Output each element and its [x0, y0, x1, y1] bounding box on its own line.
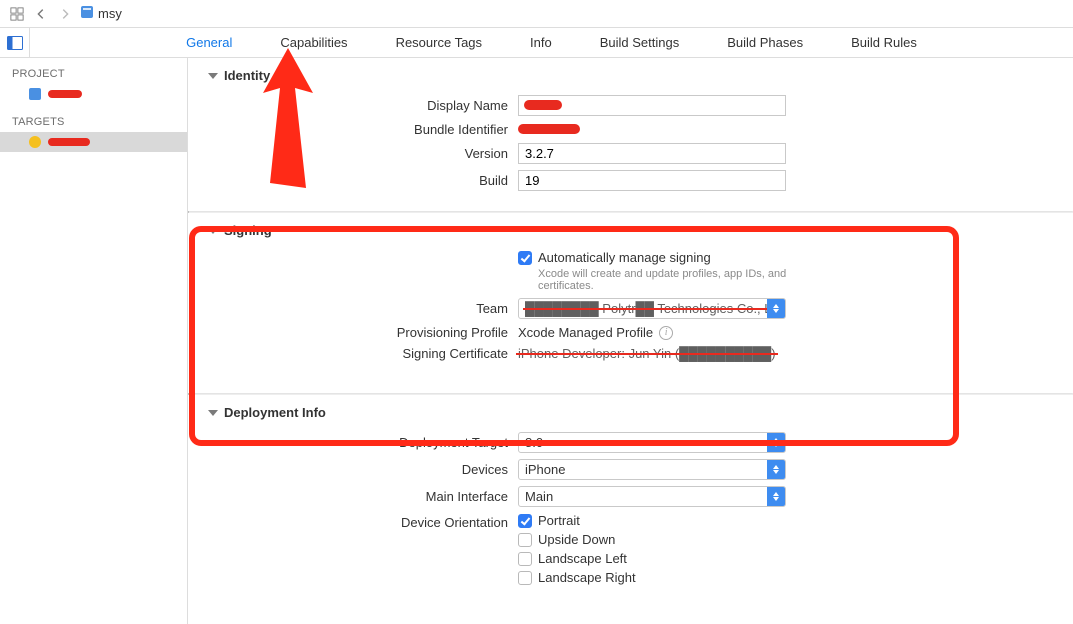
target-app-icon — [28, 135, 42, 149]
orientation-landscape-right-label: Landscape Right — [538, 570, 636, 585]
display-name-label: Display Name — [188, 98, 518, 113]
disclosure-triangle-icon — [208, 410, 218, 416]
redacted-certificate-value: iPhone Developer: Jun Yin (██████████) — [518, 346, 776, 361]
deployment-title: Deployment Info — [224, 405, 326, 420]
signing-header[interactable]: Signing — [188, 223, 1073, 238]
auto-manage-signing-label: Automatically manage signing — [538, 250, 808, 265]
deployment-target-select[interactable]: 8.0 — [518, 432, 786, 453]
team-label: Team — [188, 301, 518, 316]
signing-certificate-label: Signing Certificate — [188, 346, 518, 361]
deployment-section: Deployment Info Deployment Target 8.0 De… — [188, 395, 1073, 605]
main-interface-label: Main Interface — [188, 489, 518, 504]
main-interface-select[interactable]: Main — [518, 486, 786, 507]
signing-title: Signing — [224, 223, 272, 238]
orientation-landscape-right-checkbox[interactable] — [518, 571, 532, 585]
orientation-label: Device Orientation — [188, 513, 518, 530]
select-stepper-icon — [767, 433, 785, 452]
tab-build-phases[interactable]: Build Phases — [723, 28, 807, 57]
auto-manage-signing-help: Xcode will create and update profiles, a… — [538, 268, 808, 292]
build-input[interactable] — [518, 170, 786, 191]
bundle-id-label: Bundle Identifier — [188, 122, 518, 137]
provisioning-profile-value: Xcode Managed Profile — [518, 325, 653, 340]
version-input[interactable] — [518, 143, 786, 164]
redacted-bundle-id — [518, 124, 580, 134]
info-icon[interactable]: i — [659, 326, 673, 340]
editor-tab-bar: General Capabilities Resource Tags Info … — [0, 28, 1073, 58]
sidebar-target-item[interactable] — [0, 132, 187, 152]
deployment-target-value: 8.0 — [519, 433, 767, 452]
identity-header[interactable]: Identity — [188, 68, 1073, 83]
panel-toggle-icon[interactable] — [0, 28, 30, 58]
select-stepper-icon — [767, 487, 785, 506]
project-file-icon — [80, 5, 94, 22]
redacted-display-name — [524, 100, 562, 110]
main-interface-value: Main — [519, 487, 767, 506]
orientation-upside-checkbox[interactable] — [518, 533, 532, 547]
signing-section: Signing Automatically manage signing Xco… — [188, 213, 1073, 393]
forward-button[interactable] — [56, 5, 74, 23]
tab-info[interactable]: Info — [526, 28, 556, 57]
disclosure-triangle-icon — [208, 73, 218, 79]
provisioning-profile-label: Provisioning Profile — [188, 325, 518, 340]
select-stepper-icon — [767, 299, 785, 318]
deployment-header[interactable]: Deployment Info — [188, 405, 1073, 420]
breadcrumb[interactable]: msy — [80, 5, 122, 22]
back-button[interactable] — [32, 5, 50, 23]
tab-build-rules[interactable]: Build Rules — [847, 28, 921, 57]
settings-content: Identity Display Name Bundle Identifier … — [188, 58, 1073, 624]
breadcrumb-bar: msy — [0, 0, 1073, 28]
tab-general[interactable]: General — [182, 28, 236, 57]
tab-capabilities[interactable]: Capabilities — [276, 28, 351, 57]
identity-title: Identity — [224, 68, 270, 83]
project-icon — [28, 87, 42, 101]
project-targets-sidebar: PROJECT TARGETS — [0, 58, 188, 624]
orientation-landscape-left-checkbox[interactable] — [518, 552, 532, 566]
identity-section: Identity Display Name Bundle Identifier … — [188, 58, 1073, 211]
redacted-target-name — [48, 138, 90, 146]
sidebar-targets-header: TARGETS — [0, 112, 187, 132]
devices-select[interactable]: iPhone — [518, 459, 786, 480]
orientation-portrait-checkbox[interactable] — [518, 514, 532, 528]
tab-resource-tags[interactable]: Resource Tags — [392, 28, 486, 57]
devices-label: Devices — [188, 462, 518, 477]
team-select[interactable]: ████████ Polytr██ Technologies Co., Ltd. — [518, 298, 786, 319]
auto-manage-signing-checkbox[interactable] — [518, 251, 532, 265]
redacted-team-value: ████████ Polytr██ Technologies Co., Ltd. — [525, 301, 767, 316]
build-label: Build — [188, 173, 518, 188]
project-settings-tabs: General Capabilities Resource Tags Info … — [30, 28, 1073, 57]
breadcrumb-project-name: msy — [98, 6, 122, 21]
sidebar-project-header: PROJECT — [0, 64, 187, 84]
tab-build-settings[interactable]: Build Settings — [596, 28, 684, 57]
sidebar-project-item[interactable] — [0, 84, 187, 104]
version-label: Version — [188, 146, 518, 161]
devices-value: iPhone — [519, 460, 767, 479]
select-stepper-icon — [767, 460, 785, 479]
related-items-icon[interactable] — [8, 5, 26, 23]
orientation-upside-label: Upside Down — [538, 532, 615, 547]
orientation-portrait-label: Portrait — [538, 513, 580, 528]
orientation-landscape-left-label: Landscape Left — [538, 551, 627, 566]
deployment-target-label: Deployment Target — [188, 435, 518, 450]
redacted-project-name — [48, 90, 82, 98]
disclosure-triangle-icon — [208, 228, 218, 234]
